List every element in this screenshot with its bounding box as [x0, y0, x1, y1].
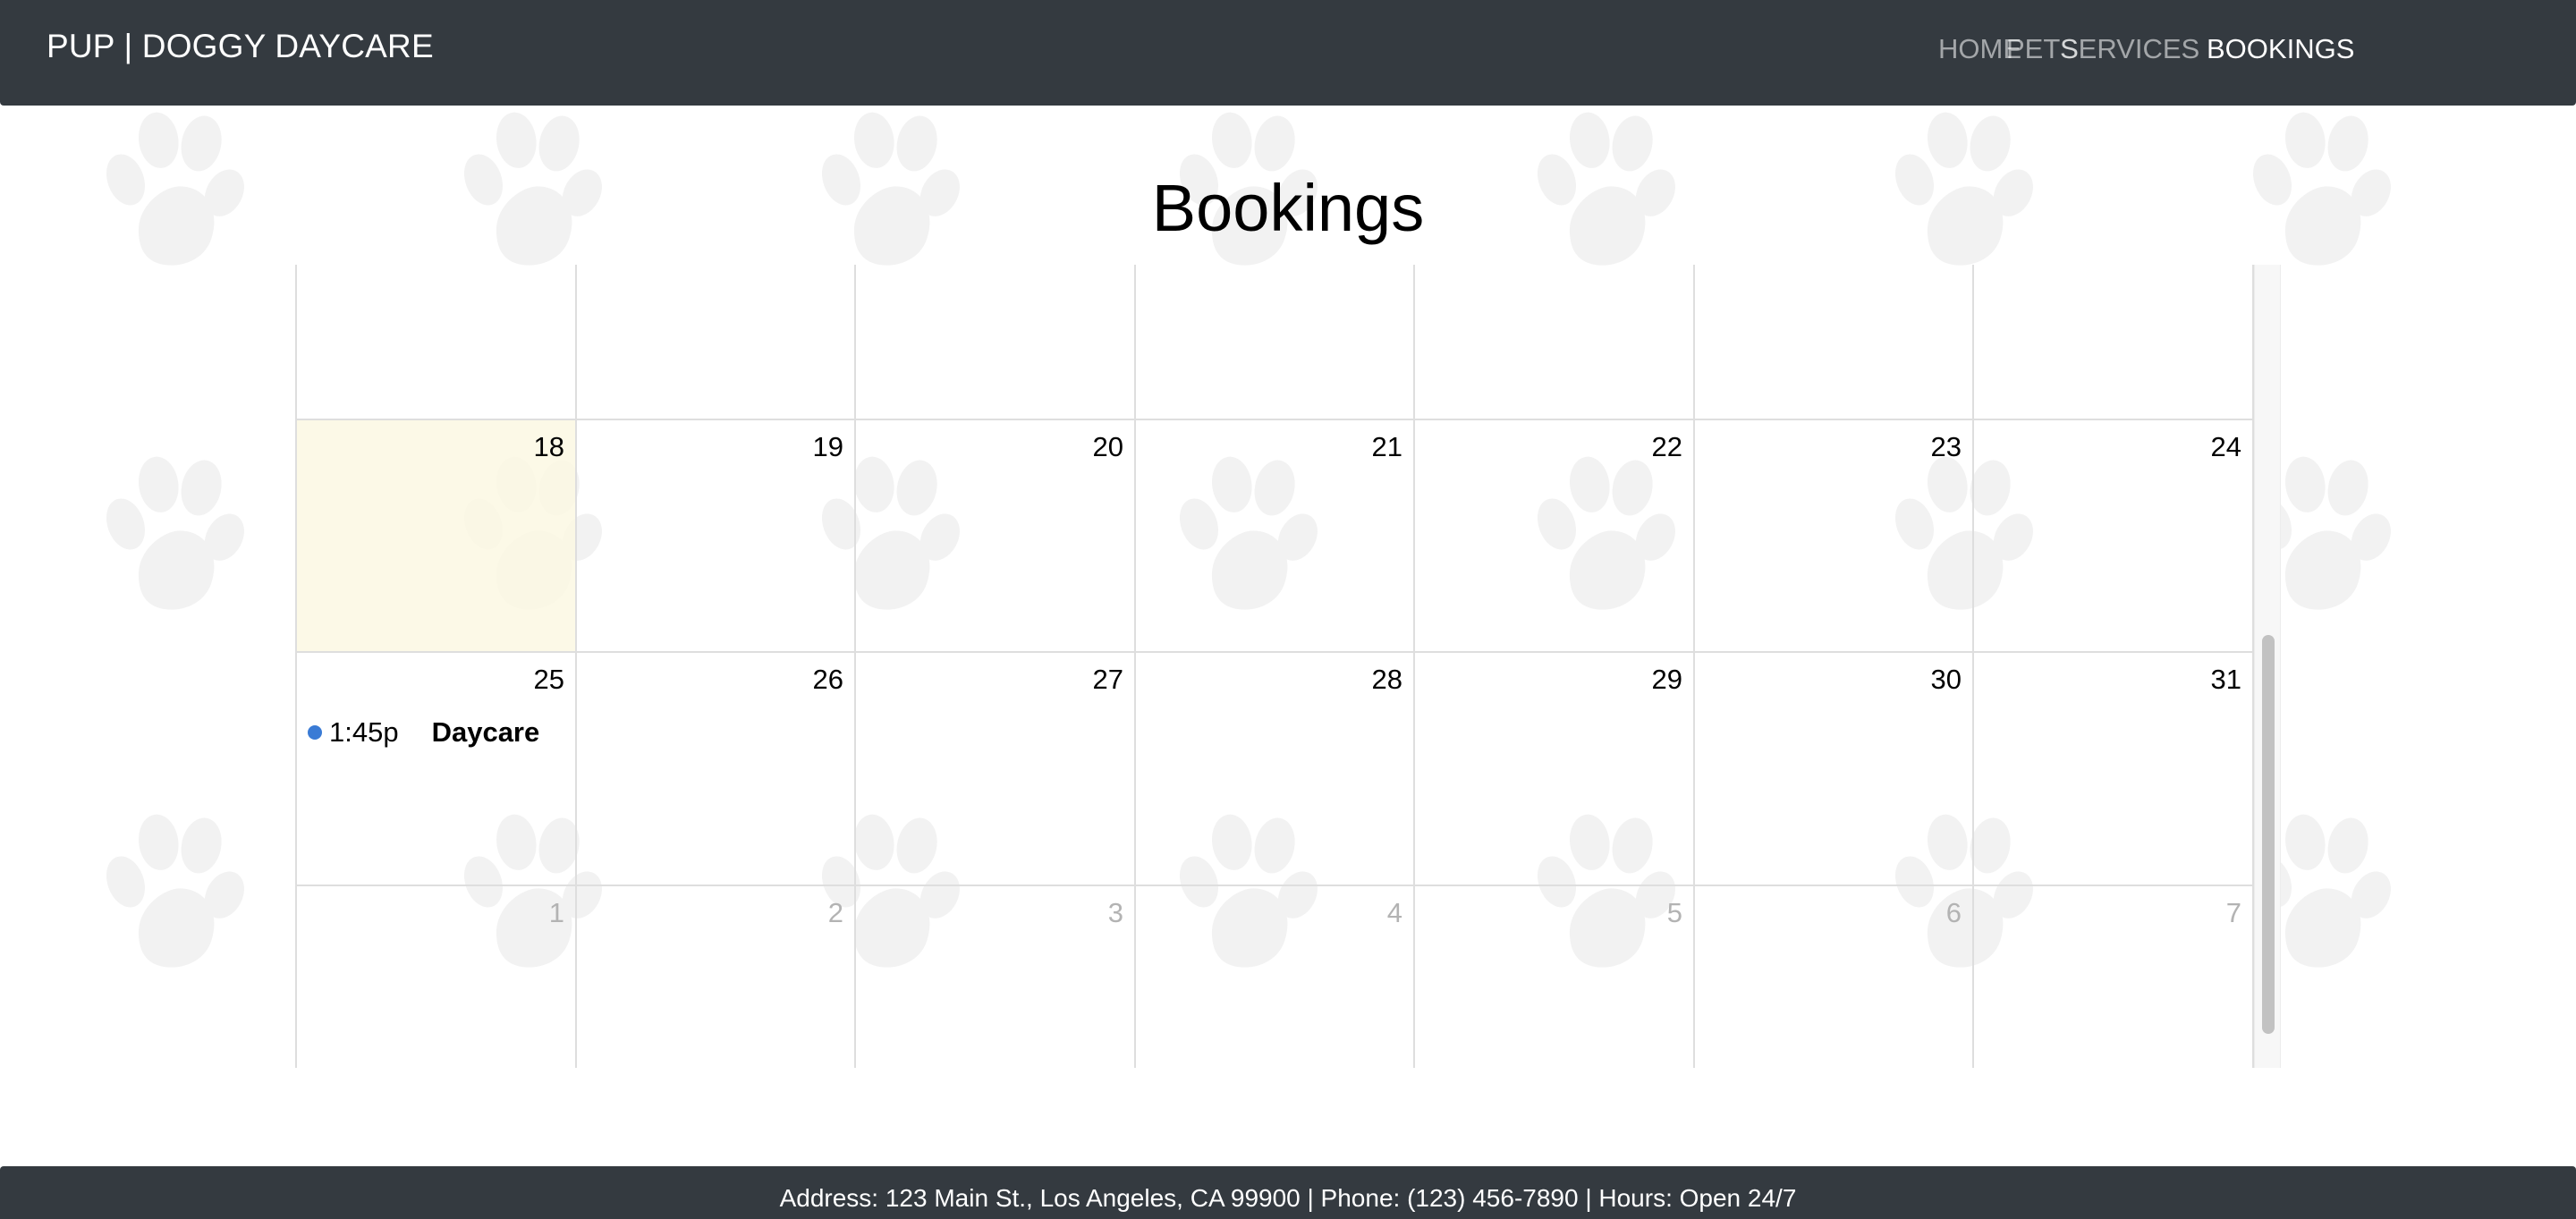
- footer: Address: 123 Main St., Los Angeles, CA 9…: [0, 1166, 2576, 1219]
- paw-print-icon: [89, 809, 254, 974]
- day-number[interactable]: 6: [1890, 897, 1962, 929]
- page-title: Bookings: [1151, 171, 1425, 245]
- day-number[interactable]: 31: [2170, 664, 2241, 696]
- day-number[interactable]: 27: [1052, 664, 1123, 696]
- day-number[interactable]: 7: [2170, 897, 2241, 929]
- calendar-scrollbar[interactable]: [2254, 265, 2281, 1068]
- booking-calendar: 18 19 20 21 22 23 24 25 26 27 28 29 30 31 1 2 3 4 5 6 7 1:45…: [295, 265, 2281, 1068]
- day-number[interactable]: 20: [1052, 431, 1123, 463]
- navbar: PUP | DOGGY DAYCARE HOME PETS SERVICES B…: [0, 0, 2576, 106]
- event-title: Daycare: [431, 716, 540, 748]
- app-root: PUP | DOGGY DAYCARE HOME PETS SERVICES B…: [0, 0, 2576, 1219]
- nav-link-services[interactable]: SERVICES: [2060, 33, 2199, 65]
- calendar-column-divider: [1693, 265, 1695, 1068]
- calendar-grid: 18 19 20 21 22 23 24 25 26 27 28 29 30 31 1 2 3 4 5 6 7: [295, 265, 2254, 1068]
- day-number[interactable]: 24: [2170, 431, 2241, 463]
- day-number[interactable]: 25: [493, 664, 564, 696]
- day-number[interactable]: 19: [772, 431, 843, 463]
- event-dot-icon: [308, 725, 322, 740]
- day-number[interactable]: 18: [493, 431, 564, 463]
- calendar-column-divider: [575, 265, 577, 1068]
- calendar-column-divider: [1413, 265, 1415, 1068]
- calendar-row-divider: [295, 651, 2254, 653]
- calendar-column-divider: [1134, 265, 1136, 1068]
- calendar-column-divider: [854, 265, 856, 1068]
- calendar-scrollbar-thumb[interactable]: [2262, 635, 2275, 1034]
- calendar-row-divider: [295, 419, 2254, 420]
- footer-contact-info: Address: 123 Main St., Los Angeles, CA 9…: [779, 1184, 1797, 1212]
- brand-logo-text[interactable]: PUP | DOGGY DAYCARE: [47, 28, 434, 65]
- day-number[interactable]: 3: [1052, 897, 1123, 929]
- calendar-column-divider: [1972, 265, 1974, 1068]
- day-number[interactable]: 29: [1611, 664, 1682, 696]
- day-number[interactable]: 2: [772, 897, 843, 929]
- day-number[interactable]: 23: [1890, 431, 1962, 463]
- calendar-row-divider: [295, 885, 2254, 886]
- day-number[interactable]: 21: [1331, 431, 1402, 463]
- nav-link-bookings[interactable]: BOOKINGS: [2207, 33, 2354, 65]
- day-number[interactable]: 5: [1611, 897, 1682, 929]
- day-number[interactable]: 22: [1611, 431, 1682, 463]
- day-number[interactable]: 1: [493, 897, 564, 929]
- paw-print-icon: [89, 452, 254, 616]
- event-time: 1:45p: [329, 716, 399, 748]
- day-number[interactable]: 26: [772, 664, 843, 696]
- day-number[interactable]: 4: [1331, 897, 1402, 929]
- day-number[interactable]: 30: [1890, 664, 1962, 696]
- calendar-column-divider: [295, 265, 297, 1068]
- calendar-event[interactable]: 1:45p Daycare: [308, 716, 539, 749]
- day-number[interactable]: 28: [1331, 664, 1402, 696]
